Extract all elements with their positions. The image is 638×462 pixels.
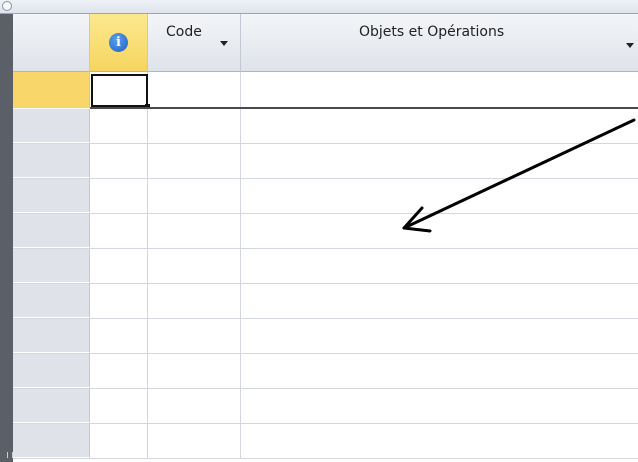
table-row [13, 144, 638, 179]
record-selector[interactable] [13, 284, 90, 318]
column-header-label: Code [166, 24, 202, 40]
record-selector[interactable] [13, 424, 90, 458]
record-selector[interactable] [13, 354, 90, 388]
cell-objets[interactable] [241, 109, 638, 143]
record-selector[interactable] [13, 249, 90, 283]
cell-info[interactable] [90, 214, 148, 248]
cell-info[interactable] [90, 109, 148, 143]
cell-info[interactable] [90, 179, 148, 213]
table-row [13, 214, 638, 249]
navigation-pane-edge [0, 14, 13, 462]
record-selector[interactable] [13, 389, 90, 423]
record-selector[interactable] [13, 179, 90, 213]
column-header-info[interactable]: i [90, 14, 148, 72]
cell-info[interactable] [90, 144, 148, 178]
datasheet-grid: i Code Objets et Opérations [13, 14, 638, 462]
column-header-objets[interactable]: Objets et Opérations [241, 14, 638, 72]
table-row [13, 179, 638, 214]
new-record-row [13, 72, 638, 109]
cell-info[interactable] [90, 284, 148, 318]
cell-info[interactable] [90, 424, 148, 458]
cell-code[interactable] [148, 424, 241, 458]
record-selector[interactable] [13, 144, 90, 178]
info-icon: i [109, 33, 128, 52]
table-row [13, 249, 638, 284]
select-all-corner[interactable] [13, 14, 90, 72]
cell-objets[interactable] [241, 389, 638, 423]
column-header-code[interactable]: Code [148, 14, 241, 72]
cell-objets[interactable] [241, 249, 638, 283]
chevron-down-icon[interactable] [626, 43, 634, 48]
cell-objets[interactable] [241, 214, 638, 248]
cell-code[interactable] [148, 72, 241, 108]
cell-objets[interactable] [241, 424, 638, 458]
cell-info[interactable] [90, 249, 148, 283]
cell-objets[interactable] [241, 179, 638, 213]
circle-icon [2, 1, 12, 11]
cell-code[interactable] [148, 214, 241, 248]
active-cell-cursor[interactable] [91, 74, 150, 109]
cell-info[interactable] [90, 389, 148, 423]
table-row [13, 354, 638, 389]
cell-code[interactable] [148, 284, 241, 318]
cell-code[interactable] [148, 354, 241, 388]
cell-objets[interactable] [241, 354, 638, 388]
cell-objets[interactable] [241, 144, 638, 178]
cell-code[interactable] [148, 319, 241, 353]
record-selector[interactable] [13, 214, 90, 248]
column-header-label: Objets et Opérations [359, 24, 505, 40]
table-row [13, 284, 638, 319]
cell-code[interactable] [148, 179, 241, 213]
cell-info[interactable] [90, 319, 148, 353]
table-row [13, 424, 638, 459]
chevron-down-icon[interactable] [220, 41, 228, 46]
table-row [13, 389, 638, 424]
cell-objets[interactable] [241, 72, 638, 108]
window-top-strip [0, 0, 638, 14]
cell-code[interactable] [148, 144, 241, 178]
empty-rows [13, 109, 638, 459]
cell-code[interactable] [148, 389, 241, 423]
table-row [13, 109, 638, 144]
cell-objets[interactable] [241, 284, 638, 318]
cell-objets[interactable] [241, 319, 638, 353]
record-selector[interactable] [13, 319, 90, 353]
cell-info[interactable] [90, 354, 148, 388]
table-row [13, 319, 638, 354]
record-selector[interactable] [13, 72, 90, 108]
record-selector[interactable] [13, 109, 90, 143]
cell-code[interactable] [148, 249, 241, 283]
cell-code[interactable] [148, 109, 241, 143]
